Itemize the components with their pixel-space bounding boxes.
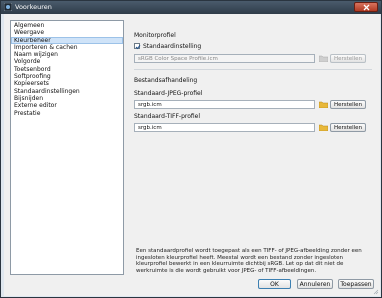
sidebar-item[interactable]: Volgorde [11, 58, 123, 65]
info-text: Een standaardprofiel wordt toegepast als… [136, 248, 362, 275]
app-icon [4, 3, 12, 11]
title-bar[interactable]: Voorkeuren [1, 1, 381, 14]
sidebar-item[interactable]: Externe editor [11, 102, 123, 109]
tiff-reset-button[interactable]: Herstellen [330, 123, 366, 132]
sidebar-item[interactable]: Standaardinstellingen [11, 88, 123, 95]
preferences-window: Voorkeuren Algemeen Weergave Kleurbeheer Im… [0, 0, 382, 298]
sidebar-item[interactable]: Kopieersets [11, 80, 123, 87]
jpeg-folder-icon[interactable] [319, 101, 328, 108]
color-management-panel: Monitorprofiel Standaardinstelling sRGB … [131, 20, 377, 275]
tiff-profile-field[interactable]: srgb.icm [134, 123, 315, 132]
jpeg-reset-button[interactable]: Herstellen [330, 100, 366, 109]
default-setting-label: Standaardinstelling [143, 43, 202, 50]
monitor-profile-field: sRGB Color Space Profile.icm [134, 54, 315, 63]
divider [134, 69, 372, 70]
check-icon [135, 44, 141, 50]
monitor-reset-button[interactable]: Herstellen [330, 54, 366, 63]
sidebar-item[interactable]: Kleurbeheer [11, 36, 123, 44]
file-handling-heading: Bestandsafhandeling [134, 77, 198, 84]
sidebar-item[interactable]: Bijsnijden [11, 95, 123, 102]
sidebar-item[interactable]: Weergave [11, 29, 123, 36]
tiff-profile-label: Standaard-TIFF-profiel [134, 113, 201, 120]
sidebar-item[interactable]: Naam wijzigen [11, 51, 123, 58]
window-title: Voorkeuren [15, 3, 52, 11]
sidebar-item[interactable]: Prestatie [11, 110, 123, 117]
sidebar-item[interactable]: Toetsenbord [11, 66, 123, 73]
default-setting-checkbox[interactable] [134, 43, 141, 50]
resize-grip-icon[interactable] [373, 289, 379, 295]
dialog-body: Algemeen Weergave Kleurbeheer Importeren & … [4, 14, 380, 296]
apply-button[interactable]: Toepassen [338, 279, 374, 289]
monitor-profile-heading: Monitorprofiel [134, 32, 176, 39]
close-icon [363, 4, 370, 11]
sidebar-item[interactable]: Softproofing [11, 73, 123, 80]
category-list[interactable]: Algemeen Weergave Kleurbeheer Importeren & … [10, 20, 124, 275]
jpeg-profile-label: Standaard-JPEG-profiel [134, 90, 203, 97]
monitor-folder-icon [319, 55, 328, 62]
close-button[interactable] [354, 2, 378, 12]
sidebar-item[interactable]: Importeren & cachen [11, 44, 123, 51]
jpeg-profile-field[interactable]: srgb.icm [134, 100, 315, 109]
sidebar-item[interactable]: Algemeen [11, 22, 123, 29]
ok-button[interactable]: OK [258, 279, 291, 289]
tiff-folder-icon[interactable] [319, 124, 328, 131]
cancel-button[interactable]: Annuleren [297, 279, 333, 289]
